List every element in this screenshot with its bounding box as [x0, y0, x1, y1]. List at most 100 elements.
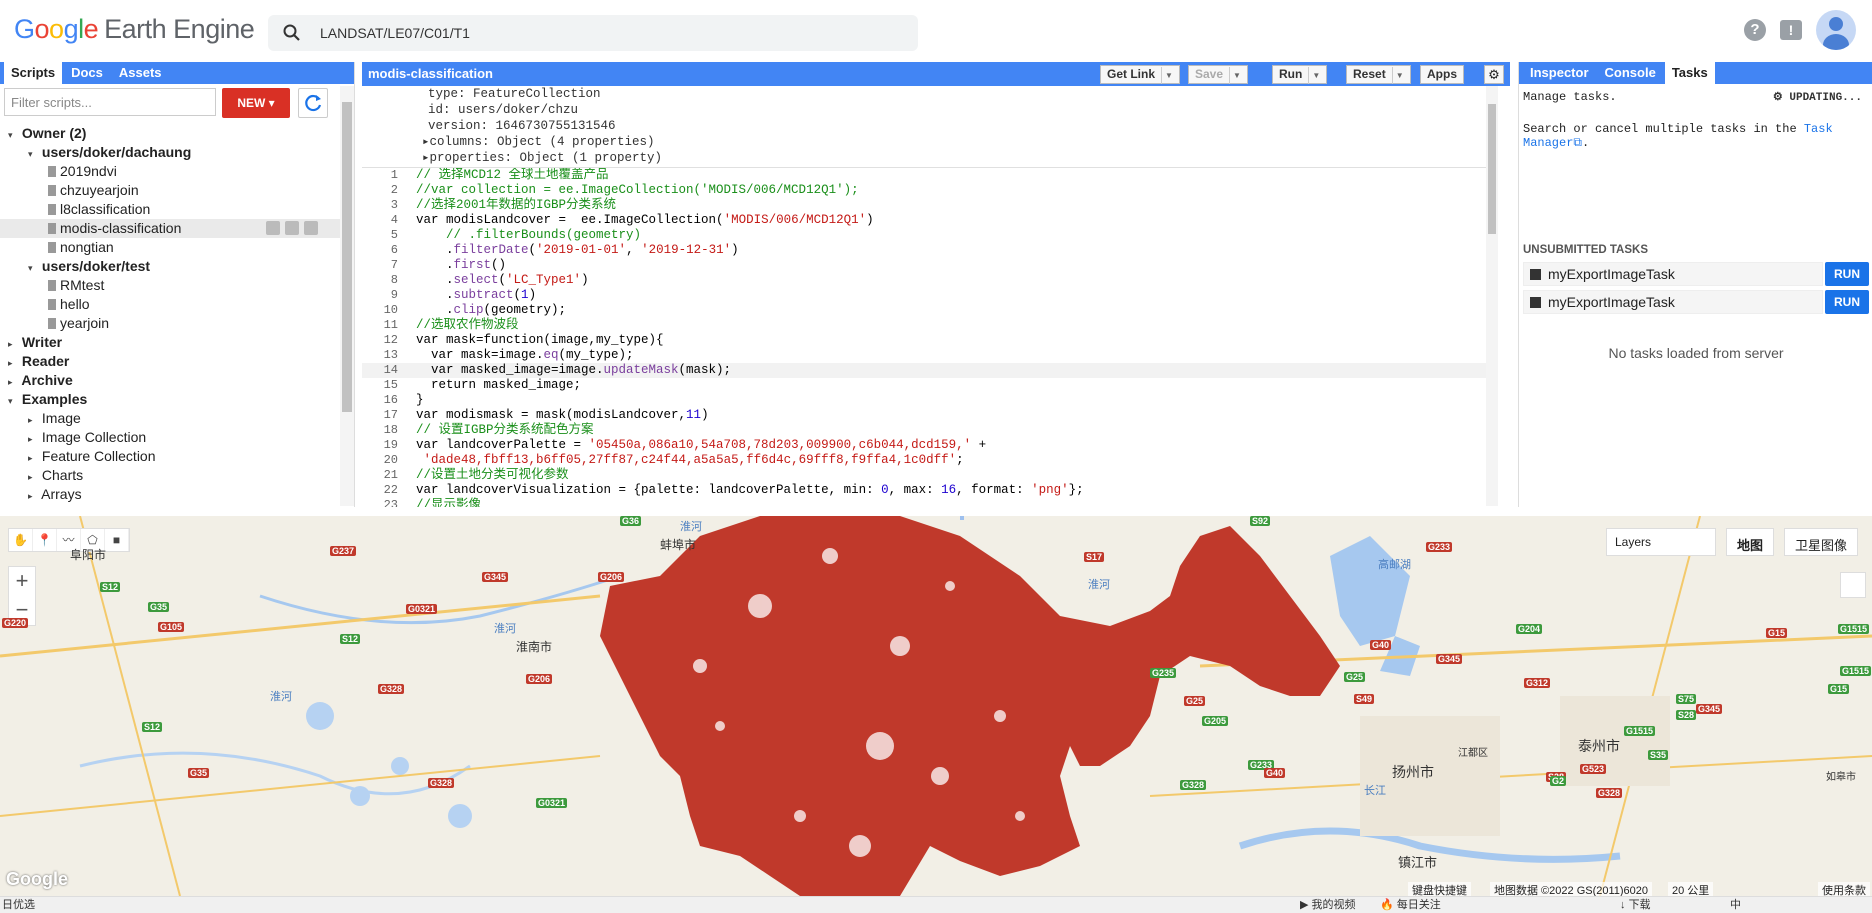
- tree-folder-item[interactable]: ▸ Reader: [0, 352, 340, 371]
- code-line[interactable]: 6 .filterDate('2019-01-01', '2019-12-31'…: [362, 243, 1492, 258]
- save-button[interactable]: Save ▼: [1188, 65, 1248, 84]
- code-line[interactable]: 4 var modisLandcover = ee.ImageCollection…: [362, 213, 1492, 228]
- layers-button[interactable]: Layers: [1606, 528, 1716, 556]
- script-file-item[interactable]: modis-classification: [0, 219, 340, 238]
- tree-folder-item[interactable]: ▸ Archive: [0, 371, 340, 390]
- file-icon: [48, 185, 56, 196]
- code-line[interactable]: 9 .subtract(1): [362, 288, 1492, 303]
- status-video-link[interactable]: ▶ 我的视频: [1300, 897, 1356, 913]
- tree-folder-item[interactable]: ▸ Arrays: [0, 485, 340, 504]
- tree-folder-item[interactable]: ▸ Feature Collection: [0, 447, 340, 466]
- code-line[interactable]: 5 // .filterBounds(geometry): [362, 228, 1492, 243]
- code-line[interactable]: 7 .first(): [362, 258, 1492, 273]
- editor-toolbar: modis-classification Get Link ▼ Save ▼ Run…: [362, 62, 1510, 86]
- editor-scrollbar[interactable]: [1486, 86, 1498, 506]
- code-line[interactable]: 22 var landcoverVisualization = {palette:…: [362, 483, 1492, 498]
- tab-console[interactable]: Console: [1598, 62, 1663, 84]
- status-download-link[interactable]: ↓ 下载: [1620, 897, 1651, 913]
- script-file-item[interactable]: RMtest: [0, 276, 340, 295]
- script-file-item[interactable]: 2019ndvi: [0, 162, 340, 181]
- script-file-item[interactable]: nongtian: [0, 238, 340, 257]
- apps-button[interactable]: Apps: [1420, 65, 1464, 84]
- earth-engine-logo[interactable]: Google Earth Engine: [14, 14, 255, 45]
- delete-icon[interactable]: [304, 221, 318, 235]
- avatar[interactable]: [1816, 10, 1856, 50]
- tab-docs[interactable]: Docs: [64, 62, 110, 84]
- output-line[interactable]: ▸columns: Object (4 properties): [422, 134, 1422, 150]
- search-input[interactable]: LANDSAT/LE07/C01/T1: [320, 25, 470, 41]
- tab-assets[interactable]: Assets: [112, 62, 169, 84]
- tree-folder-item[interactable]: ▸ Image: [0, 409, 340, 428]
- terms-link[interactable]: 使用条款: [1818, 882, 1870, 896]
- code-line[interactable]: 11 //选取农作物波段: [362, 318, 1492, 333]
- map-canvas[interactable]: [0, 516, 1872, 896]
- settings-gear-icon[interactable]: ⚙: [1484, 65, 1504, 84]
- new-button[interactable]: NEW ▾: [222, 88, 290, 118]
- code-line[interactable]: 10 .clip(geometry);: [362, 303, 1492, 318]
- code-line[interactable]: 1 // 选择MCD12 全球土地覆盖产品: [362, 168, 1492, 183]
- code-line[interactable]: 15 return masked_image;: [362, 378, 1492, 393]
- output-line[interactable]: ▸properties: Object (1 property): [422, 150, 1422, 166]
- code-line[interactable]: 17 var modismask = mask(modisLandcover,11…: [362, 408, 1492, 423]
- code-line[interactable]: 16}: [362, 393, 1492, 408]
- code-area[interactable]: 1 // 选择MCD12 全球土地覆盖产品 2 //var collection = …: [362, 167, 1492, 507]
- tree-folder-item[interactable]: ▾ Examples: [0, 390, 340, 409]
- task-manager-link[interactable]: Task: [1804, 122, 1833, 136]
- code-text: .clip(geometry);: [416, 303, 567, 317]
- zoom-in-button[interactable]: +: [9, 567, 35, 596]
- code-line[interactable]: 12 var mask=function(image,my_type){: [362, 333, 1492, 348]
- tab-tasks[interactable]: Tasks: [1664, 62, 1715, 84]
- task-manager-link-2[interactable]: Manager: [1523, 136, 1573, 150]
- task-run-button[interactable]: RUN: [1825, 262, 1869, 286]
- code-line[interactable]: 21 //设置土地分类可视化参数: [362, 468, 1492, 483]
- tree-folder-item[interactable]: ▸ Charts: [0, 466, 340, 485]
- refresh-button[interactable]: [298, 88, 328, 118]
- marker-icon[interactable]: 📍: [33, 529, 57, 551]
- edit-icon[interactable]: [285, 221, 299, 235]
- code-line[interactable]: 8 .select('LC_Type1'): [362, 273, 1492, 288]
- map-type-map[interactable]: 地图: [1726, 528, 1775, 556]
- tree-folder-item[interactable]: ▾ Owner (2): [0, 124, 340, 143]
- fullscreen-icon[interactable]: [1840, 572, 1866, 598]
- map-type-satellite[interactable]: 卫星图像: [1784, 528, 1859, 556]
- search-bar[interactable]: LANDSAT/LE07/C01/T1: [268, 15, 918, 51]
- code-line[interactable]: 19 var landcoverPalette = '05450a,086a10,…: [362, 438, 1492, 453]
- history-icon[interactable]: [266, 221, 280, 235]
- get-link-button[interactable]: Get Link ▼: [1100, 65, 1180, 84]
- code-line[interactable]: 3 //选择2001年数据的IGBP分类系统: [362, 198, 1492, 213]
- help-icon[interactable]: ?: [1744, 19, 1766, 41]
- script-file-item[interactable]: hello: [0, 295, 340, 314]
- caret-right-icon[interactable]: ▸: [28, 487, 38, 504]
- tab-scripts[interactable]: Scripts: [4, 62, 63, 84]
- code-line[interactable]: 13 var mask=image.eq(my_type);: [362, 348, 1492, 363]
- code-line[interactable]: 14 var masked_image=image.updateMask(mas…: [362, 363, 1492, 378]
- task-run-button[interactable]: RUN: [1825, 290, 1869, 314]
- tree-folder-item[interactable]: ▾ users/doker/test: [0, 257, 340, 276]
- rectangle-icon[interactable]: ■: [105, 529, 129, 551]
- tab-inspector[interactable]: Inspector: [1523, 62, 1596, 84]
- road-shield: S28: [1676, 710, 1697, 720]
- road-shield: G0321: [536, 798, 568, 808]
- feedback-icon[interactable]: !: [1780, 20, 1802, 40]
- code-line[interactable]: 23 //显示影像: [362, 498, 1492, 507]
- reset-button[interactable]: Reset ▼: [1346, 65, 1411, 84]
- left-scrollbar[interactable]: [340, 86, 354, 506]
- pan-hand-icon[interactable]: ✋: [9, 529, 33, 551]
- status-ime-indicator[interactable]: 中: [1730, 897, 1741, 913]
- tree-folder-item[interactable]: ▸ Writer: [0, 333, 340, 352]
- filter-scripts-input[interactable]: Filter scripts...: [4, 88, 216, 116]
- line-number: 20: [383, 453, 398, 467]
- run-button[interactable]: Run ▼: [1272, 65, 1328, 84]
- script-file-item[interactable]: chzuyearjoin: [0, 181, 340, 200]
- script-file-item[interactable]: l8classification: [0, 200, 340, 219]
- code-line[interactable]: 2 //var collection = ee.ImageCollection('…: [362, 183, 1492, 198]
- tree-folder-item[interactable]: ▸ Image Collection: [0, 428, 340, 447]
- code-line[interactable]: 20 'dade48,fbff13,b6ff05,27ff87,c24f44,a…: [362, 453, 1492, 468]
- script-file-item[interactable]: yearjoin: [0, 314, 340, 333]
- tree-folder-item[interactable]: ▾ users/doker/dachaung: [0, 143, 340, 162]
- status-follow-link[interactable]: 🔥 每日关注: [1380, 897, 1441, 913]
- map-view[interactable]: ✋ 📍 〰 ⬠ ■ + − Layers 地图 卫星图像 阜阳市 蚌埠市 淮南市…: [0, 516, 1872, 896]
- keyboard-shortcuts-link[interactable]: 键盘快捷键: [1408, 882, 1471, 896]
- tree-item-label: 2019ndvi: [60, 163, 117, 179]
- code-line[interactable]: 18 // 设置IGBP分类系统配色方案: [362, 423, 1492, 438]
